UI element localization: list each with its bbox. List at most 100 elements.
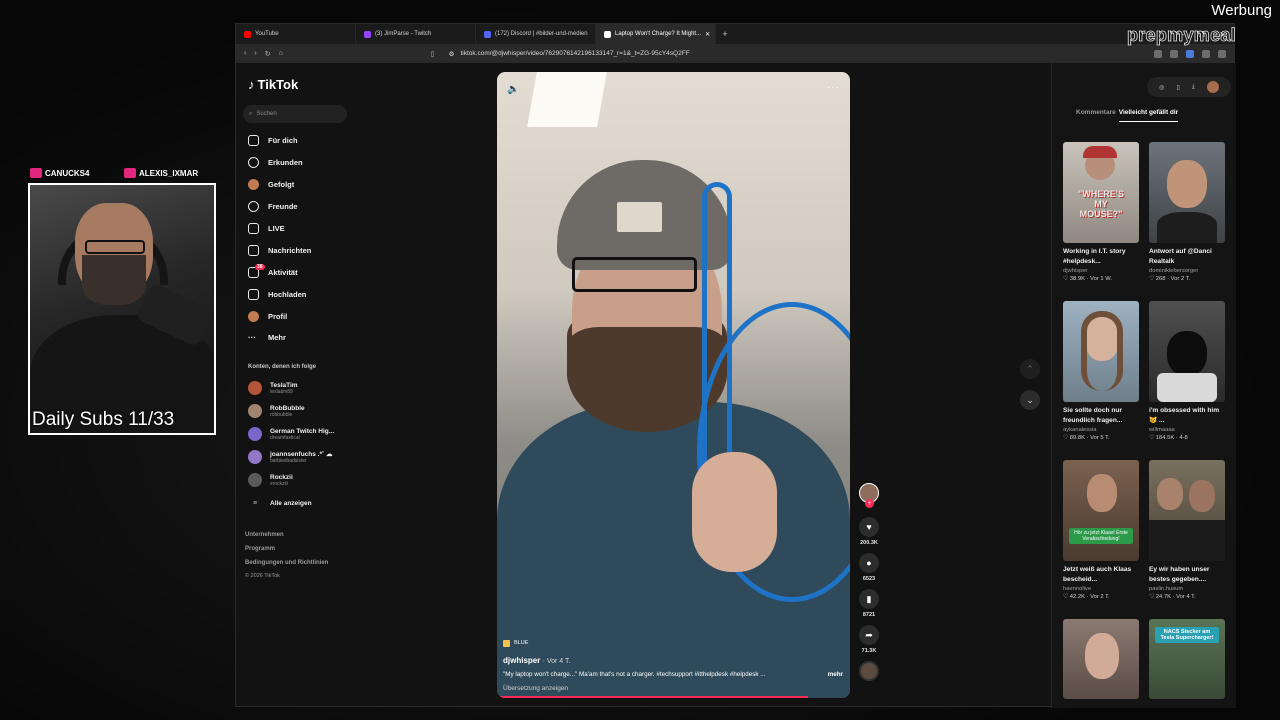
tiktok-logo[interactable]: ♪ TikTok <box>248 77 298 92</box>
recommended-video[interactable]: Sie sollte doch nur freundlich fragen...… <box>1063 301 1139 441</box>
extension-icon[interactable] <box>1202 49 1210 58</box>
post-age: · Vor 4 T. <box>542 657 571 665</box>
sound-disc[interactable] <box>859 661 879 681</box>
video-player[interactable]: 🔈 ··· BLUE djwhisper · Vor 4 T. "My lapt… <box>497 72 850 698</box>
video-info: BLUE djwhisper · Vor 4 T. "My laptop won… <box>503 639 843 692</box>
tab-label: (3) JimParse - Twitch <box>375 31 432 37</box>
beanie-label-shape <box>617 202 662 232</box>
video-meta: ♡ 184.5K · 4-8 <box>1149 435 1188 442</box>
device-icon[interactable]: ▯ <box>1177 84 1180 91</box>
search-input[interactable]: ⌕ Suchen <box>243 105 347 123</box>
footer-link[interactable]: Programm <box>245 546 275 552</box>
url-text: tiktok.com/@djwhisper/video/762907614219… <box>460 50 690 57</box>
stream-background: Werbung CANUCKS4 ALEXIS_IXMAR Daily Subs… <box>0 0 1280 720</box>
address-bar[interactable]: ⚙ tiktok.com/@djwhisper/video/76290761421… <box>449 47 969 61</box>
comment-button[interactable]: ● <box>859 553 879 573</box>
home-icon[interactable]: ⌂ <box>279 50 283 57</box>
previous-video-button[interactable]: ⌃ <box>1020 359 1040 379</box>
followed-account[interactable]: German Twitch Hig... dreamfastical <box>248 427 334 441</box>
more-icon: ··· <box>248 333 256 342</box>
creator-avatar[interactable]: + <box>859 483 879 508</box>
avatar[interactable] <box>1206 81 1219 93</box>
show-all-link[interactable]: ≡ Alle anzeigen <box>248 500 312 507</box>
tab-comments[interactable]: Kommentare <box>1076 109 1116 122</box>
live-icon <box>248 223 259 234</box>
tab-bar: YouTube (3) JimParse - Twitch (172) Disc… <box>236 24 1234 44</box>
nav-more[interactable]: ··· Mehr <box>248 333 286 342</box>
volume-icon[interactable]: 🔈 <box>507 84 519 95</box>
nav-profile[interactable]: Profil <box>248 311 287 322</box>
recommended-video[interactable]: NACS Stecker am Tesla Supercharger! <box>1149 619 1225 699</box>
tag-label: BLUE <box>514 640 529 647</box>
footer-link[interactable]: Bedingungen und Richtlinien <box>245 560 328 566</box>
save-button[interactable]: ▮ <box>859 589 879 609</box>
bookmark-icon: ▮ <box>866 593 872 604</box>
nav-label: Aktivität <box>268 268 298 277</box>
translate-link[interactable]: Übersetzung anzeigen <box>503 685 843 692</box>
glasses-shape <box>85 240 145 254</box>
nav-messages[interactable]: Nachrichten <box>248 245 311 256</box>
video-author[interactable]: djwhisper · Vor 4 T. <box>503 656 843 665</box>
like-button[interactable]: ♥ <box>859 517 879 537</box>
menu-icon[interactable] <box>1218 49 1226 58</box>
nav-following[interactable]: Gefolgt <box>248 179 294 190</box>
nav-label: Mehr <box>268 333 286 342</box>
extension-icon[interactable] <box>1170 49 1178 58</box>
account-name: German Twitch Hig... <box>270 427 335 435</box>
compass-icon[interactable]: ◎ <box>1159 84 1164 91</box>
recommended-video[interactable]: i'm obsessed with him 😿 ... willmaaaa ♡ … <box>1149 301 1225 441</box>
brand-watermark: prepmymeal <box>1126 25 1237 46</box>
new-tab-button[interactable]: + <box>716 29 734 39</box>
nav-label: Profil <box>268 312 288 321</box>
nav-live[interactable]: LIVE <box>248 223 285 234</box>
account-name: Rockzii <box>270 473 293 481</box>
browser-tab-discord[interactable]: (172) Discord | #bilder-und-medien <box>476 24 596 44</box>
followed-account[interactable]: TeslaTim teslatim89 <box>248 381 298 395</box>
nav-activity[interactable]: 38 Aktivität <box>248 264 298 278</box>
close-tab-icon[interactable]: ✕ <box>705 31 710 38</box>
followed-account[interactable]: joannsenfuchs .*˚ ☁ barbiesbadsister <box>248 450 332 464</box>
chevron-down-icon: ⌄ <box>1026 394 1034 405</box>
more-link[interactable]: mehr <box>828 671 843 679</box>
recommended-video[interactable]: Antwort auf @Danci Realtalk dominikleber… <box>1149 142 1225 282</box>
avatar <box>248 381 262 395</box>
recommended-video[interactable]: "WHERE'S MY MOUSE?" Working in I.T. stor… <box>1063 142 1139 282</box>
extension-icon[interactable] <box>1186 49 1194 58</box>
nav-explore[interactable]: Erkunden <box>248 157 303 168</box>
side-panel: prepmymeal ◎ ▯ ⤓ Kommentare Vielleicht g… <box>1051 25 1236 708</box>
recommended-video[interactable]: Ey wir haben unser bestes gegeben.... pa… <box>1149 460 1225 600</box>
video-progress-bar[interactable] <box>497 696 808 698</box>
heart-icon: ♥ <box>866 522 872 532</box>
nav-friends[interactable]: Freunde <box>248 201 298 212</box>
browser-tab-youtube[interactable]: YouTube <box>236 24 356 44</box>
site-info-icon[interactable]: ⚙ <box>449 50 455 58</box>
followed-account[interactable]: Rockzii xrockziii <box>248 473 293 487</box>
followed-account[interactable]: RobBubble robbubble <box>248 404 305 418</box>
next-video-button[interactable]: ⌄ <box>1020 390 1040 410</box>
nav-for-you[interactable]: Für dich <box>248 135 298 146</box>
forward-icon[interactable]: › <box>254 50 256 57</box>
nav-upload[interactable]: Hochladen <box>248 289 306 300</box>
video-thumbnail <box>1149 301 1225 402</box>
browser-tab-twitch[interactable]: (3) JimParse - Twitch <box>356 24 476 44</box>
bookmark-icon[interactable]: ▯ <box>431 50 435 58</box>
tab-recommended[interactable]: Vielleicht gefällt dir <box>1118 109 1179 122</box>
back-icon[interactable]: ‹ <box>244 50 246 57</box>
tiktok-sidebar: ♪ TikTok ⌕ Suchen Für dich Erkunden Gefolg… <box>236 63 356 708</box>
footer-link[interactable]: Unternehmen <box>245 532 284 538</box>
more-options-icon[interactable]: ··· <box>827 82 840 93</box>
recommended-video[interactable]: Hör zu jetzt Klaas! Erste Verabschiedung… <box>1063 460 1139 600</box>
nav-label: Erkunden <box>268 158 303 167</box>
follow-plus-icon[interactable]: + <box>865 499 874 508</box>
chevron-up-icon: ⌃ <box>1026 363 1034 374</box>
video-tag[interactable]: BLUE <box>503 639 843 647</box>
activity-icon: 38 <box>248 264 265 278</box>
reload-icon[interactable]: ↻ <box>265 50 271 58</box>
extension-icon[interactable] <box>1154 49 1162 58</box>
share-button[interactable]: ➦ <box>859 625 879 645</box>
video-thumbnail <box>1149 142 1225 243</box>
browser-tab-tiktok[interactable]: Laptop Won't Charge? It Might... ✕ <box>596 24 716 44</box>
recommended-video[interactable] <box>1063 619 1139 699</box>
download-icon[interactable]: ⤓ <box>1192 84 1195 91</box>
video-thumbnail: Hör zu jetzt Klaas! Erste Verabschiedung… <box>1063 460 1139 561</box>
